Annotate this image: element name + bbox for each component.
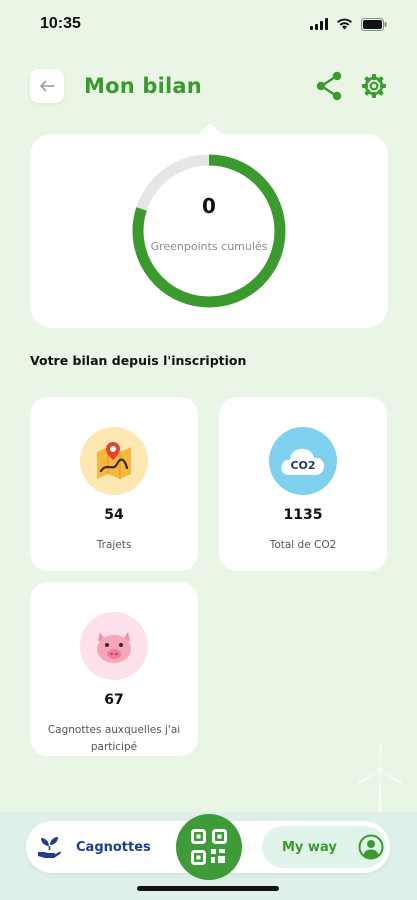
stat-icon-co2: CO2 bbox=[269, 427, 337, 495]
greenpoints-label: Greenpoints cumulés bbox=[150, 240, 268, 253]
section-title: Votre bilan depuis l'inscription bbox=[30, 353, 247, 368]
co2-cloud-text: CO2 bbox=[290, 459, 315, 472]
nav-cagnottes[interactable]: Cagnottes bbox=[36, 834, 151, 860]
nav-cagnottes-label: Cagnottes bbox=[76, 839, 151, 855]
greenpoints-value: 0 bbox=[202, 194, 216, 218]
stat-icon-trajets bbox=[80, 427, 148, 495]
stat-label-trajets: Trajets bbox=[96, 539, 132, 551]
wifi-icon bbox=[337, 18, 352, 30]
header-actions bbox=[315, 71, 387, 101]
back-button[interactable] bbox=[30, 69, 64, 103]
map-pin-route-icon bbox=[97, 442, 131, 479]
greenpoints-card: 0 Greenpoints cumulés bbox=[30, 122, 388, 328]
stat-card-cagnottes: 67 Cagnottes auxquelles j'ai participé bbox=[30, 582, 198, 756]
status-bar: 10:35 bbox=[0, 0, 417, 48]
battery-icon bbox=[361, 17, 387, 31]
stat-label-cagnottes: Cagnottes auxquelles j'ai participé bbox=[47, 724, 181, 753]
home-indicator bbox=[137, 886, 279, 891]
stat-value-trajets: 54 bbox=[104, 507, 124, 523]
gear-icon[interactable] bbox=[361, 73, 387, 99]
co2-cloud-icon: CO2 bbox=[281, 448, 324, 475]
card-notch bbox=[198, 122, 222, 146]
status-icons bbox=[310, 17, 387, 31]
nav-myway-label: My way bbox=[282, 839, 337, 855]
stat-value-co2: 1135 bbox=[283, 507, 323, 523]
stat-card-trajets: 54 Trajets bbox=[30, 397, 198, 571]
profile-icon[interactable] bbox=[358, 834, 384, 860]
piggy-bank-icon bbox=[97, 632, 131, 663]
share-icon[interactable] bbox=[315, 71, 343, 101]
wind-turbine-icon bbox=[358, 744, 402, 812]
stat-value-cagnottes: 67 bbox=[104, 692, 124, 708]
hand-plant-icon bbox=[38, 837, 61, 858]
stat-card-co2: CO2 1135 Total de CO2 bbox=[219, 397, 387, 571]
arrow-left-icon bbox=[40, 80, 55, 92]
status-time: 10:35 bbox=[40, 15, 81, 32]
greenpoints-ring bbox=[132, 154, 286, 308]
qr-code-icon bbox=[191, 829, 227, 865]
page-title: Mon bilan bbox=[84, 74, 202, 98]
stat-icon-cagnottes bbox=[80, 612, 148, 680]
signal-icon bbox=[310, 18, 328, 30]
qr-scan-button[interactable] bbox=[176, 814, 242, 880]
header: Mon bilan bbox=[30, 66, 387, 106]
stat-label-co2: Total de CO2 bbox=[269, 539, 337, 551]
